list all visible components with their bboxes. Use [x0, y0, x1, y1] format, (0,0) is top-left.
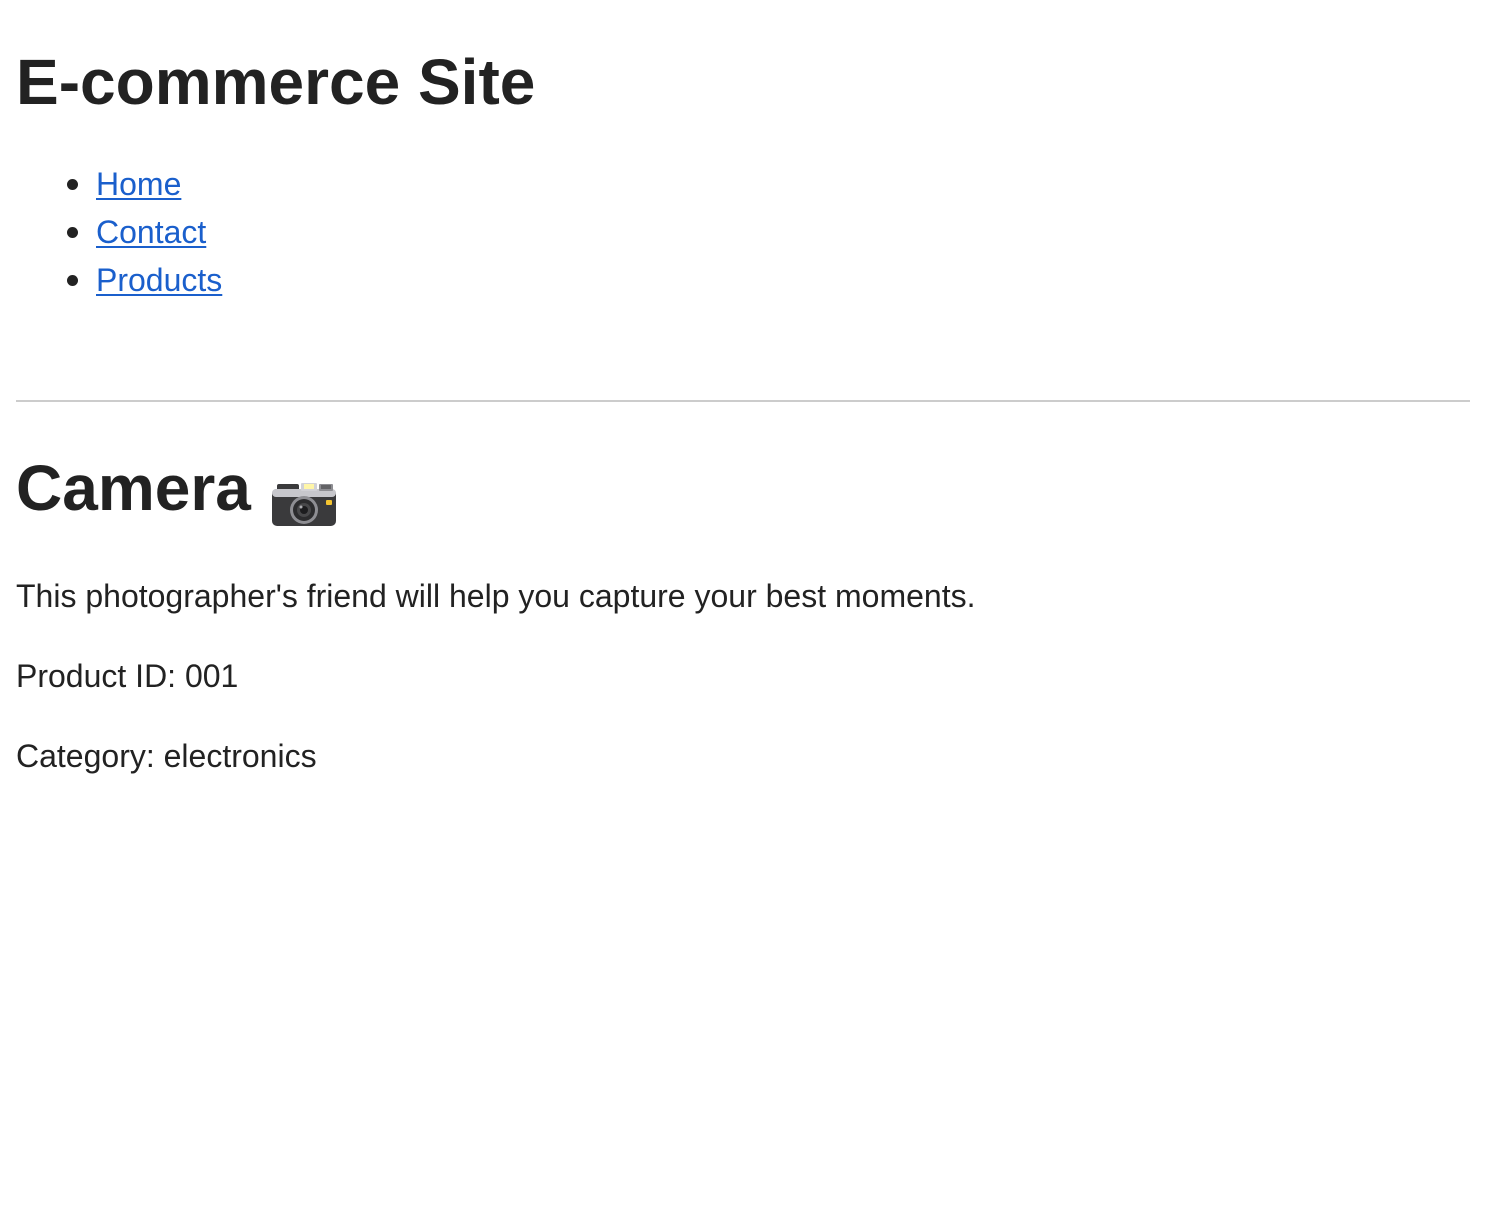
nav-link-products[interactable]: Products	[96, 262, 222, 298]
nav-link-contact[interactable]: Contact	[96, 214, 206, 250]
product-page: E-commerce Site Home Contact Products Ca…	[0, 0, 1486, 1230]
product-category: Category: electronics	[16, 738, 317, 774]
bullet-icon	[67, 227, 78, 238]
nav-item-home: Home	[0, 160, 222, 208]
product-id: Product ID: 001	[16, 658, 239, 694]
nav-item-contact: Contact	[0, 208, 222, 256]
product-title: Camera	[16, 450, 337, 526]
product-description: This photographer's friend will help you…	[16, 578, 976, 614]
product-name: Camera	[16, 452, 251, 524]
camera-icon	[271, 467, 337, 526]
site-title: E-commerce Site	[16, 46, 536, 118]
bullet-icon	[67, 179, 78, 190]
nav-item-products: Products	[0, 256, 222, 304]
nav-link-home[interactable]: Home	[96, 166, 181, 202]
main-nav: Home Contact Products	[0, 160, 222, 304]
bullet-icon	[67, 275, 78, 286]
horizontal-divider	[16, 400, 1470, 402]
